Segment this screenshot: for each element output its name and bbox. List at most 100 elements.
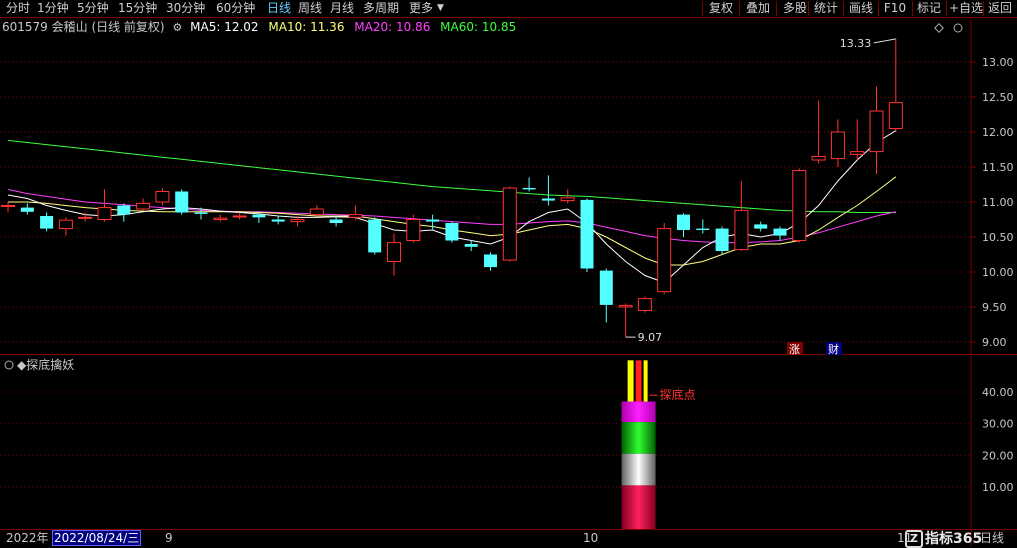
- high-pointer: [873, 38, 896, 44]
- period-label: 日线: [980, 531, 1005, 545]
- candle-body-down: [677, 214, 690, 230]
- candle-body-up: [657, 228, 672, 293]
- candle-body-up: [1, 205, 15, 207]
- back-button[interactable]: 返回: [985, 1, 1015, 16]
- candle-body-up: [155, 191, 170, 203]
- candle-body-down: [117, 205, 131, 215]
- tab-multi-period[interactable]: 多周期: [363, 1, 399, 16]
- price-tick-label: 10.00: [982, 266, 1014, 279]
- cai-marker-bg: [826, 342, 842, 355]
- candle-body-down: [522, 188, 536, 190]
- candle-body-up: [734, 209, 749, 251]
- candle-body-up: [97, 207, 112, 221]
- tab-weekly[interactable]: 周线: [298, 1, 322, 16]
- draw-line-button[interactable]: 画线: [845, 1, 877, 16]
- indicator-circle-icon[interactable]: [4, 360, 14, 370]
- chevron-down-icon[interactable]: ▼: [437, 1, 444, 16]
- x-label-oct: 10: [583, 531, 599, 545]
- ma10-line: [8, 176, 897, 266]
- candle-body-up: [309, 208, 324, 216]
- ma60-value: MA60: 10.85: [440, 20, 517, 34]
- statistics-button[interactable]: 统计: [810, 1, 842, 16]
- indicator-bar-yellow-red: [635, 360, 642, 402]
- candle-body-up: [869, 110, 884, 153]
- ma5-value: MA5: 12.02: [190, 20, 259, 34]
- tab-monthly[interactable]: 月线: [330, 1, 354, 16]
- candle-body-up: [811, 156, 826, 161]
- ma20-line: [7, 188, 896, 244]
- x-label-sep: 9: [165, 531, 173, 545]
- candle-body-up: [888, 102, 903, 129]
- f10-button[interactable]: F10: [880, 1, 910, 16]
- candle-body-up: [830, 131, 845, 160]
- indicator-bar-red: [621, 485, 656, 529]
- tab-15min[interactable]: 15分钟: [118, 1, 157, 16]
- ma5-line: [7, 130, 897, 284]
- candle-body-down: [715, 228, 729, 251]
- period-toolbar: 分时 1分钟 5分钟 15分钟 30分钟 60分钟 日线 周线 月线 多周期 更…: [0, 0, 1017, 17]
- moving-average-lines: [7, 130, 897, 284]
- candle-body-down: [426, 219, 440, 222]
- candle-body-down: [541, 198, 555, 201]
- price-tick-label: 12.50: [982, 91, 1014, 104]
- indicator-bar-white: [621, 453, 656, 486]
- brand-text: 指标365: [925, 531, 983, 547]
- candle-body-down: [773, 228, 787, 236]
- add-watchlist-button[interactable]: +自选: [948, 1, 984, 16]
- candle-body-up: [213, 217, 228, 221]
- candle-body-up: [502, 187, 517, 261]
- tab-5min[interactable]: 5分钟: [77, 1, 109, 16]
- price-tick-label: 9.00: [982, 336, 1007, 349]
- brand-watermark: Z 指标365: [905, 530, 983, 548]
- candle-body-down: [368, 219, 382, 253]
- multi-stock-button[interactable]: 多股: [778, 1, 812, 16]
- price-tick-label: 11.50: [982, 161, 1014, 174]
- ma10-value: MA10: 11.36: [268, 20, 345, 34]
- candle-body-down: [40, 216, 54, 229]
- overlay-button[interactable]: 叠加: [741, 1, 775, 16]
- price-tick-label: 10.50: [982, 231, 1014, 244]
- chart-area[interactable]: 13.00 12.50 12.00 11.50 11.00 10.50 10.00 9.50 9…: [0, 0, 1017, 546]
- candle-body-up: [618, 305, 633, 308]
- price-tick-label: 11.00: [982, 196, 1014, 209]
- x-axis: 2022年 2022/08/24/三 9 10 11 日线: [0, 530, 1017, 546]
- candlesticks: [1, 38, 903, 338]
- zhang-marker-bg: [787, 342, 803, 355]
- indicator-info-bar: 601579 会稽山 (日线 前复权) ⚙ MA5: 12.02 MA10: 1…: [0, 19, 516, 35]
- candle-body-up: [78, 216, 93, 219]
- tab-fenshi[interactable]: 分时: [6, 1, 30, 16]
- candle-body-up: [58, 219, 73, 230]
- tab-60min[interactable]: 60分钟: [216, 1, 255, 16]
- indicator-bars: 探底点: [621, 360, 696, 529]
- candle-body-down: [599, 270, 613, 305]
- candle-body-up: [136, 202, 151, 210]
- candle-body-down: [271, 219, 285, 222]
- candle-body-down: [754, 224, 768, 229]
- indicator-bar-green: [621, 422, 656, 454]
- tab-30min[interactable]: 30分钟: [166, 1, 205, 16]
- high-label: 13.33: [840, 37, 872, 50]
- candle-body-up: [792, 170, 807, 241]
- signal-label: 探底点: [660, 387, 696, 402]
- collapse-circle-icon[interactable]: [953, 23, 963, 33]
- candle-body-down: [484, 254, 497, 268]
- tab-daily[interactable]: 日线: [267, 1, 291, 16]
- price-tick-label: 12.00: [982, 126, 1014, 139]
- ma20-value: MA20: 10.86: [354, 20, 431, 34]
- price-tick-label: 9.50: [982, 301, 1007, 314]
- settings-gear-icon[interactable]: ⚙: [172, 21, 182, 34]
- candle-body-up: [637, 298, 652, 312]
- candle-body-down: [194, 212, 208, 214]
- diamond-icon[interactable]: [934, 23, 944, 33]
- low-label: 9.07: [638, 331, 663, 344]
- tab-more[interactable]: 更多: [409, 1, 433, 16]
- indicator-name: ◆探底擒妖: [17, 358, 75, 372]
- tab-1min[interactable]: 1分钟: [37, 1, 69, 16]
- mark-button[interactable]: 标记: [914, 1, 944, 16]
- candle-body-up: [290, 219, 305, 223]
- candle-body-up: [406, 219, 421, 241]
- candle-body-down: [464, 244, 478, 247]
- restore-rights-button[interactable]: 复权: [704, 1, 738, 16]
- candle-body-down: [445, 223, 459, 241]
- candle-body-down: [20, 207, 34, 212]
